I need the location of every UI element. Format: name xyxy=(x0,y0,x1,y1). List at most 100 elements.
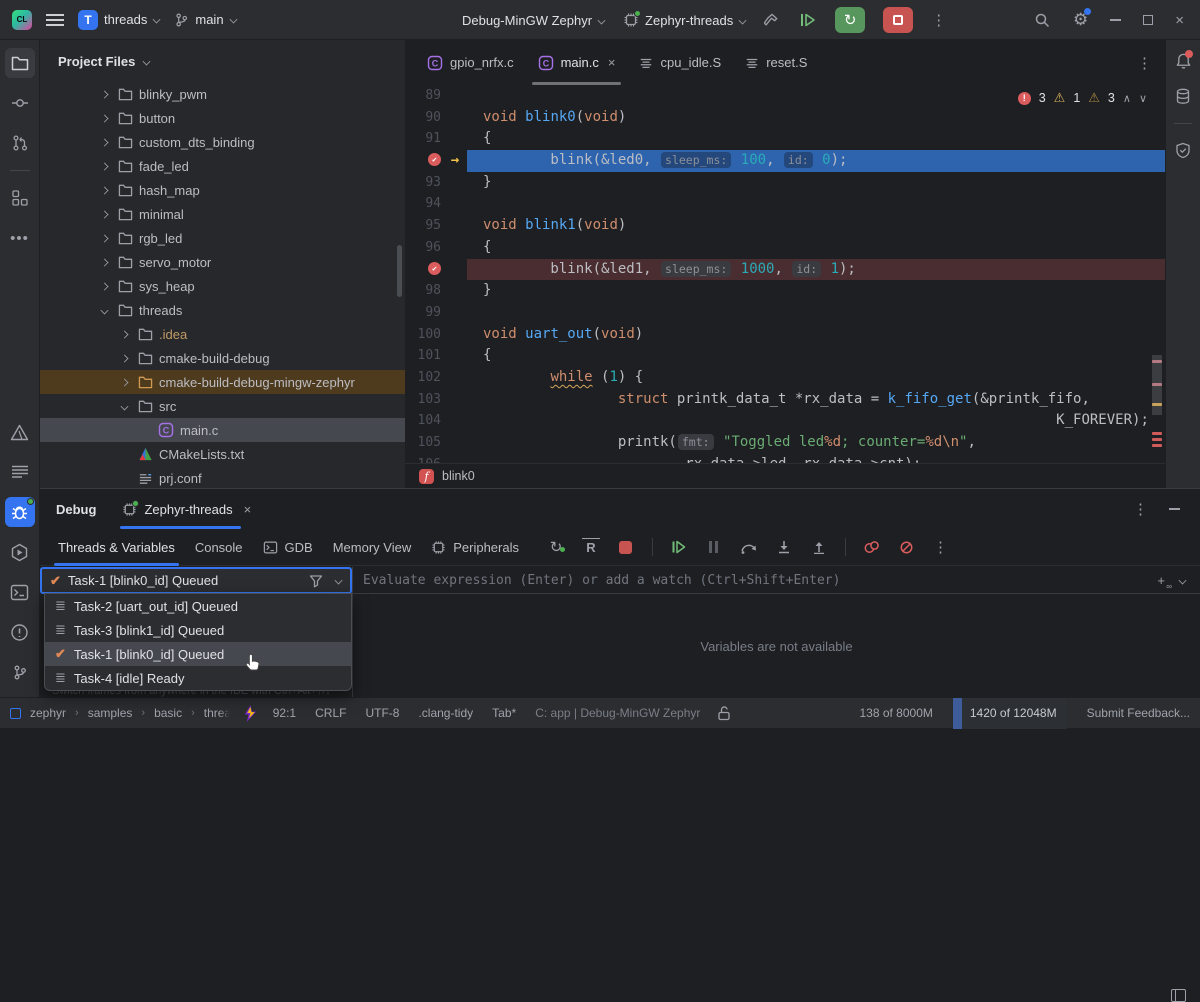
tree-item-fade-led[interactable]: fade_led xyxy=(40,154,405,178)
editor-tab-gpio-nrfx-c[interactable]: Cgpio_nrfx.c xyxy=(415,40,526,85)
tree-item-blinky-pwm[interactable]: blinky_pwm xyxy=(40,82,405,106)
pause-icon[interactable] xyxy=(705,538,723,556)
chevron-right-icon[interactable] xyxy=(96,211,112,218)
debug-panel-options-icon[interactable]: ⋮ xyxy=(1133,500,1143,518)
hide-panel-icon[interactable] xyxy=(1169,508,1180,510)
chevron-right-icon[interactable] xyxy=(96,139,112,146)
chevron-down-icon[interactable] xyxy=(96,307,112,314)
thread-option-task-2-uart-out-id-queued[interactable]: ≣Task-2 [uart_out_id] Queued xyxy=(45,594,351,618)
chevron-right-icon[interactable] xyxy=(116,331,132,338)
breadcrumb-function[interactable]: blink0 xyxy=(442,469,475,483)
view-breakpoints-icon[interactable] xyxy=(863,538,881,556)
thread-selector-combo[interactable]: ✔ Task-1 [blink0_id] Queued xyxy=(40,567,352,594)
main-menu-icon[interactable] xyxy=(46,14,64,26)
debug-tab-threads-variables[interactable]: Threads & Variables xyxy=(48,529,185,566)
code-line-106[interactable]: 106 rx_data->led, rx_data->cnt); xyxy=(405,454,1165,463)
debug-tab-console[interactable]: Console xyxy=(185,529,253,566)
window-minimize-button[interactable] xyxy=(1110,19,1121,21)
code-area[interactable]: 8990void blink0(void)91{✔→ blink(&led0, … xyxy=(405,85,1165,463)
editor-tab-reset-s[interactable]: reset.S xyxy=(733,40,819,85)
tree-item-sys-heap[interactable]: sys_heap xyxy=(40,274,405,298)
editor-tab-main-c[interactable]: Cmain.c× xyxy=(526,40,628,85)
window-close-button[interactable]: × xyxy=(1175,12,1184,29)
more-actions-icon[interactable]: ⋮ xyxy=(931,11,941,29)
code-line-94[interactable]: 94 xyxy=(405,193,1165,215)
breadcrumb-segment-basic[interactable]: basic xyxy=(154,706,182,720)
chevron-right-icon[interactable] xyxy=(96,163,112,170)
mute-breakpoints-icon[interactable] xyxy=(898,538,916,556)
thread-option-task-4-idle-ready[interactable]: ≣Task-4 [idle] Ready xyxy=(45,666,351,690)
tree-item-minimal[interactable]: minimal xyxy=(40,202,405,226)
step-resume-icon[interactable] xyxy=(799,12,817,28)
combo-chevron-icon[interactable] xyxy=(335,577,342,584)
pull-requests-tool-button[interactable] xyxy=(5,128,35,158)
services-tool-button[interactable] xyxy=(5,537,35,567)
close-icon[interactable]: × xyxy=(244,502,252,517)
rerun-icon[interactable]: ↻ xyxy=(547,538,565,556)
evaluate-expression-input[interactable] xyxy=(353,573,1157,588)
debug-session-tab[interactable]: Zephyr-threads × xyxy=(122,489,251,529)
unlocked-padlock-icon[interactable] xyxy=(717,706,731,721)
thread-option-task-1-blink0-id-queued[interactable]: ✔Task-1 [blink0_id] Queued xyxy=(45,642,351,666)
cmake-tool-button[interactable] xyxy=(5,417,35,447)
close-icon[interactable]: × xyxy=(608,55,616,70)
stop-icon[interactable] xyxy=(617,538,635,556)
tree-item--idea[interactable]: .idea xyxy=(40,322,405,346)
thread-option-task-3-blink1-id-queued[interactable]: ≣Task-3 [blink1_id] Queued xyxy=(45,618,351,642)
run-configuration-selector[interactable]: Debug-MinGW Zephyr xyxy=(462,13,605,28)
code-line-90[interactable]: 90void blink0(void) xyxy=(405,107,1165,129)
layout-settings-icon[interactable] xyxy=(1171,989,1186,1002)
code-line-92[interactable]: ✔→ blink(&led0, sleep_ms: 100, id: 0); xyxy=(405,150,1165,172)
rerun-debug-button[interactable]: ↻ xyxy=(835,7,865,33)
code-line-100[interactable]: 100void uart_out(void) xyxy=(405,324,1165,346)
tree-item-src[interactable]: src xyxy=(40,394,405,418)
code-line-103[interactable]: 103 struct printk_data_t *rx_data = k_fi… xyxy=(405,389,1165,411)
chevron-right-icon[interactable] xyxy=(116,355,132,362)
code-line-99[interactable]: 99 xyxy=(405,302,1165,324)
code-line-89[interactable]: 89 xyxy=(405,85,1165,107)
reset-icon[interactable]: R xyxy=(582,538,600,556)
code-line-98[interactable]: 98} xyxy=(405,280,1165,302)
watch-options-chevron-icon[interactable] xyxy=(1179,577,1186,584)
code-line-105[interactable]: 105 printk(fmt: "Toggled led%d; counter=… xyxy=(405,432,1165,454)
project-selector[interactable]: T threads xyxy=(78,10,160,30)
breadcrumb-segment-threads[interactable]: threads xyxy=(204,706,230,720)
editor-scrollbar[interactable] xyxy=(1151,85,1163,463)
todo-tool-button[interactable] xyxy=(5,457,35,487)
indent-style[interactable]: Tab* xyxy=(492,706,516,720)
tree-item-rgb-led[interactable]: rgb_led xyxy=(40,226,405,250)
chevron-right-icon[interactable] xyxy=(116,379,132,386)
window-mode-icon[interactable] xyxy=(10,708,21,719)
chevron-right-icon[interactable] xyxy=(96,259,112,266)
search-icon[interactable] xyxy=(1034,12,1051,29)
code-line-91[interactable]: 91{ xyxy=(405,128,1165,150)
vcs-branch-selector[interactable]: main xyxy=(174,12,236,28)
step-into-icon[interactable] xyxy=(775,538,793,556)
debug-toolbar-more-icon[interactable]: ⋮ xyxy=(933,538,943,556)
debug-tool-button[interactable] xyxy=(5,497,35,527)
chevron-right-icon[interactable] xyxy=(96,91,112,98)
window-maximize-button[interactable] xyxy=(1143,15,1153,25)
caret-position[interactable]: 92:1 xyxy=(273,706,296,720)
breakpoint-icon[interactable]: ✔ xyxy=(405,259,443,281)
tree-item-threads[interactable]: threads xyxy=(40,298,405,322)
debug-target-selector[interactable]: Zephyr-threads xyxy=(623,12,746,28)
project-view-selector[interactable]: Project Files xyxy=(40,40,405,82)
clang-tidy-status[interactable]: .clang-tidy xyxy=(418,706,473,720)
code-line-104[interactable]: 104 K_FOREVER); xyxy=(405,410,1165,432)
tree-item-prj-conf[interactable]: prj.conf xyxy=(40,466,405,488)
tree-item-servo-motor[interactable]: servo_motor xyxy=(40,250,405,274)
code-line-93[interactable]: 93} xyxy=(405,172,1165,194)
submit-feedback-link[interactable]: Submit Feedback... xyxy=(1087,706,1190,720)
tree-item-cmake-build-debug[interactable]: cmake-build-debug xyxy=(40,346,405,370)
tree-scrollbar[interactable] xyxy=(397,245,402,297)
code-line-101[interactable]: 101{ xyxy=(405,345,1165,367)
file-encoding[interactable]: UTF-8 xyxy=(365,706,399,720)
tree-item-cmake-build-debug-mingw-zephyr[interactable]: cmake-build-debug-mingw-zephyr xyxy=(40,370,405,394)
code-line-96[interactable]: 96{ xyxy=(405,237,1165,259)
settings-gear-icon[interactable]: ⚙ xyxy=(1073,10,1088,30)
breadcrumb-segment-zephyr[interactable]: zephyr xyxy=(30,706,66,720)
structure-tool-button[interactable] xyxy=(5,183,35,213)
tree-item-main-c[interactable]: Cmain.c xyxy=(40,418,405,442)
code-line-95[interactable]: 95void blink1(void) xyxy=(405,215,1165,237)
